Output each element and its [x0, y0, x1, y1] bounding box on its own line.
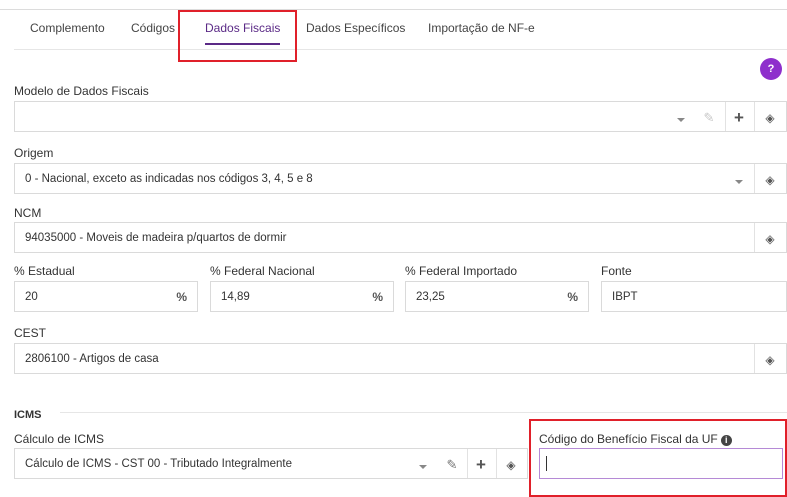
federal-nacional-value: 14,89	[221, 291, 250, 303]
tab-dados-fiscais[interactable]: Dados Fiscais	[205, 10, 281, 50]
federal-importado-value: 23,25	[416, 291, 445, 303]
modelo-select[interactable]: ✎ + ◈	[14, 101, 787, 132]
plus-icon[interactable]: +	[468, 449, 494, 480]
tab-dados-especificos[interactable]: Dados Específicos	[306, 10, 405, 50]
pencil-icon[interactable]: ✎	[439, 449, 465, 480]
federal-nacional-input[interactable]: 14,89 %	[210, 281, 394, 312]
divider	[496, 449, 497, 478]
chevron-down-icon[interactable]	[668, 102, 694, 133]
estadual-label: % Estadual	[14, 264, 75, 278]
beneficio-fiscal-label: Código do Benefício Fiscal da UF i	[539, 432, 732, 446]
divider	[754, 164, 755, 193]
eraser-icon[interactable]: ◈	[757, 223, 783, 254]
fonte-input[interactable]: IBPT	[601, 281, 787, 312]
eraser-icon[interactable]: ◈	[757, 344, 783, 375]
beneficio-fiscal-input[interactable]	[539, 448, 783, 479]
cest-label: CEST	[14, 326, 47, 340]
fonte-value: IBPT	[612, 291, 638, 303]
federal-importado-label: % Federal Importado	[405, 264, 518, 278]
tab-bar: Complemento Códigos Dados Fiscais Dados …	[14, 10, 787, 50]
origem-select[interactable]: 0 - Nacional, exceto as indicadas nos có…	[14, 163, 787, 194]
chevron-down-icon[interactable]	[410, 449, 436, 480]
percent-suffix: %	[176, 290, 187, 304]
origem-label: Origem	[14, 146, 54, 160]
eraser-icon[interactable]: ◈	[757, 164, 783, 195]
estadual-value: 20	[25, 291, 38, 303]
origem-value: 0 - Nacional, exceto as indicadas nos có…	[25, 173, 313, 185]
estadual-input[interactable]: 20 %	[14, 281, 198, 312]
beneficio-fiscal-label-text: Código do Benefício Fiscal da UF	[539, 432, 718, 446]
divider	[754, 344, 755, 373]
eraser-icon[interactable]: ◈	[757, 102, 783, 133]
cest-field[interactable]: 2806100 - Artigos de casa ◈	[14, 343, 787, 374]
tab-codigos[interactable]: Códigos	[131, 10, 175, 50]
divider	[754, 223, 755, 252]
section-divider	[60, 412, 787, 413]
tab-importacao-nfe[interactable]: Importação de NF-e	[428, 10, 535, 50]
info-icon[interactable]: i	[720, 435, 732, 446]
percent-suffix: %	[372, 290, 383, 304]
federal-importado-input[interactable]: 23,25 %	[405, 281, 589, 312]
calculo-icms-select[interactable]: Cálculo de ICMS - CST 00 - Tributado Int…	[14, 448, 528, 479]
cest-value: 2806100 - Artigos de casa	[25, 353, 159, 365]
plus-icon[interactable]: +	[726, 102, 752, 133]
ncm-value: 94035000 - Moveis de madeira p/quartos d…	[25, 232, 287, 244]
fonte-label: Fonte	[601, 264, 632, 278]
calculo-icms-value: Cálculo de ICMS - CST 00 - Tributado Int…	[25, 458, 292, 470]
icms-section-title: ICMS	[14, 409, 42, 421]
federal-nacional-label: % Federal Nacional	[210, 264, 315, 278]
modelo-label: Modelo de Dados Fiscais	[14, 84, 149, 98]
ncm-label: NCM	[14, 206, 42, 220]
percent-suffix: %	[567, 290, 578, 304]
tab-complemento[interactable]: Complemento	[30, 10, 105, 50]
eraser-icon[interactable]: ◈	[498, 449, 524, 480]
help-button[interactable]: ?	[760, 58, 782, 80]
divider	[754, 102, 755, 131]
ncm-field[interactable]: 94035000 - Moveis de madeira p/quartos d…	[14, 222, 787, 253]
text-cursor	[546, 456, 547, 471]
pencil-icon[interactable]: ✎	[696, 102, 722, 133]
chevron-down-icon[interactable]	[726, 164, 752, 195]
calculo-icms-label: Cálculo de ICMS	[14, 432, 105, 446]
